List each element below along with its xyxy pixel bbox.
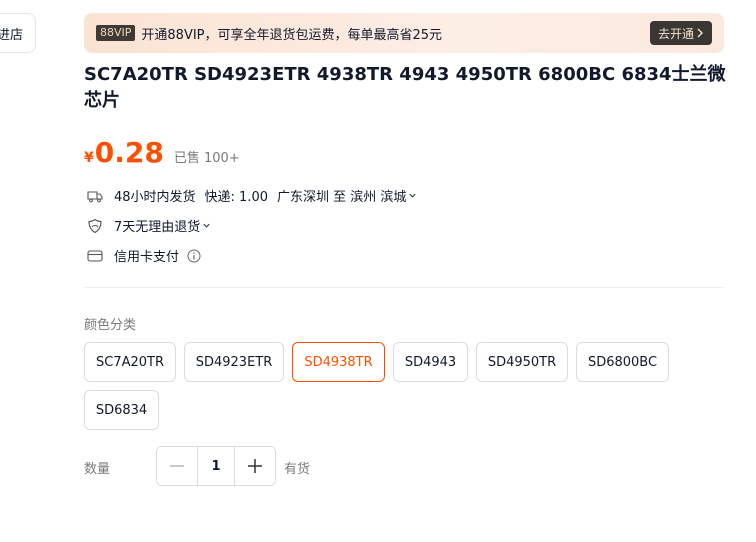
price-row: ¥ 0.28 已售 100+ — [84, 136, 240, 169]
credit-card-icon — [86, 247, 104, 265]
chevron-down-icon[interactable] — [408, 191, 417, 200]
enter-store-label: 进店 — [0, 27, 23, 43]
quantity-label: 数量 — [84, 462, 111, 477]
stock-status: 有货 — [284, 462, 311, 477]
sku-option[interactable]: SD6834 — [84, 390, 159, 430]
enter-store-button[interactable]: 进店 — [0, 13, 36, 53]
quantity-stepper: 1 — [156, 446, 276, 486]
return-policy[interactable]: 7天无理由退货 — [114, 216, 200, 235]
express-fee: 快递: 1.00 — [204, 190, 269, 205]
info-icon[interactable] — [187, 249, 201, 263]
plus-icon — [248, 459, 262, 473]
truck-icon — [86, 187, 104, 205]
vip-promo-text: 开通88VIP，可享全年退货包运费，每单最高省25元 — [141, 27, 443, 43]
sku-option[interactable]: SD4923ETR — [184, 342, 284, 382]
sku-label: 颜色分类 — [84, 318, 137, 333]
vip-badge: 88VIP — [96, 25, 136, 41]
sku-option[interactable]: SD6800BC — [576, 342, 669, 382]
price-value: 0.28 — [94, 136, 164, 169]
return-shield-icon — [86, 217, 104, 235]
product-title: SC7A20TR SD4923ETR 4938TR 4943 4950TR 68… — [84, 64, 726, 111]
sku-option[interactable]: SC7A20TR — [84, 342, 176, 382]
payment-info-row: 信用卡支付 — [86, 246, 201, 265]
sold-count: 已售 100+ — [173, 151, 240, 166]
minus-icon — [170, 465, 184, 467]
returns-info-row: 7天无理由退货 — [86, 216, 211, 235]
sku-option[interactable]: SD4950TR — [476, 342, 568, 382]
payment-method: 信用卡支付 — [114, 250, 180, 265]
sku-option[interactable]: SD4943 — [393, 342, 468, 382]
vip-banner: 88VIP 开通88VIP，可享全年退货包运费，每单最高省25元 去开通 — [84, 13, 724, 53]
shipping-time: 48小时内发货 — [114, 190, 196, 205]
shipping-info-row: 48小时内发货 快递: 1.00 广东深圳 至 滨州 滨城 — [86, 186, 417, 205]
currency-symbol: ¥ — [84, 150, 94, 166]
vip-open-label: 去开通 — [657, 26, 694, 41]
sku-option-selected[interactable]: SD4938TR — [292, 342, 385, 382]
decrement-button[interactable] — [157, 447, 197, 485]
increment-button[interactable] — [235, 447, 275, 485]
vip-open-button[interactable]: 去开通 — [649, 21, 712, 45]
section-divider — [84, 287, 724, 288]
chevron-right-icon — [697, 28, 703, 38]
shipping-route[interactable]: 广东深圳 至 滨州 滨城 — [277, 186, 406, 205]
chevron-down-icon[interactable] — [202, 221, 211, 230]
quantity-input[interactable]: 1 — [197, 447, 235, 485]
